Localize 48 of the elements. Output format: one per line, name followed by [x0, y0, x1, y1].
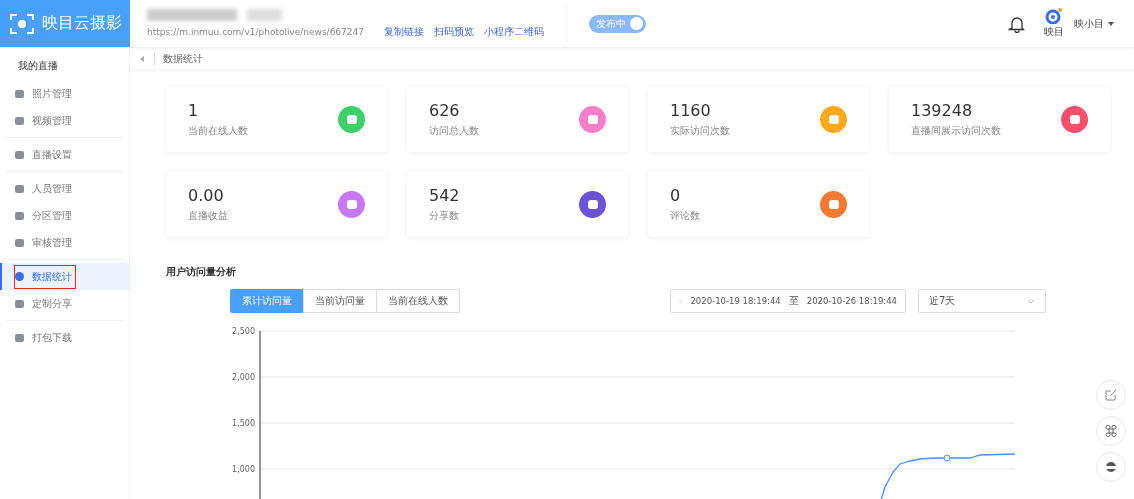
sidebar-item[interactable]: 定制分享 — [0, 290, 129, 317]
stat-value: 626 — [429, 101, 461, 120]
sidebar-item[interactable]: 数据统计 — [0, 263, 129, 290]
header-link[interactable]: 扫码预览 — [434, 24, 474, 39]
y-axis-label: 2,500 — [232, 327, 255, 336]
tab[interactable]: 当前在线人数 — [376, 289, 460, 313]
camera-frame-icon — [10, 12, 34, 35]
stat-value: 1 — [188, 101, 200, 120]
stat-label: 实际访问次数 — [670, 124, 731, 138]
sidebar-item[interactable]: 直播设置 — [0, 141, 129, 168]
section-heading: 用户访问量分析 — [166, 265, 237, 279]
period-select[interactable]: 近7天 — [918, 289, 1046, 313]
chevron-down-icon — [1027, 298, 1035, 304]
header-link[interactable]: 复制链接 — [384, 24, 424, 39]
stat-label: 直播间展示访问次数 — [911, 124, 1002, 138]
stat-value: 139248 — [911, 101, 974, 120]
y-axis-label: 1,000 — [232, 465, 255, 474]
header-link[interactable]: 小程序二维码 — [484, 24, 544, 39]
app-logo-label: 映目 — [1044, 25, 1064, 39]
section-title: 我的直播 — [17, 59, 59, 73]
y-axis-label: 1,500 — [232, 419, 255, 428]
brand-name: 映目云摄影 — [42, 13, 122, 34]
stat-label: 当前在线人数 — [188, 124, 249, 138]
stat-label: 评论数 — [670, 209, 701, 223]
app-logo-icon — [1045, 8, 1063, 24]
stat-value: 0.00 — [188, 186, 225, 205]
sidebar-item[interactable]: 人员管理 — [0, 175, 129, 202]
sidebar-item[interactable]: 分区管理 — [0, 202, 129, 229]
date-range-field[interactable]: 2020-10-19 18:19:44 至 2020-10-26 18:19:44 — [670, 289, 906, 313]
sidebar-item[interactable]: 照片管理 — [0, 80, 129, 107]
caret-icon[interactable] — [1108, 21, 1114, 26]
stat-label: 分享数 — [429, 209, 460, 223]
user-name[interactable]: 映小目 — [1074, 16, 1104, 31]
sidebar-item[interactable]: 视频管理 — [0, 107, 129, 134]
tab[interactable]: 累计访问量 — [230, 289, 304, 313]
tab[interactable]: 当前访问量 — [303, 289, 377, 313]
stat-value: 0 — [670, 186, 682, 205]
stat-value: 1160 — [670, 101, 712, 120]
stat-label: 访问总人数 — [429, 124, 480, 138]
stat-value: 542 — [429, 186, 461, 205]
sidebar-item[interactable]: 审核管理 — [0, 229, 129, 256]
breadcrumb: 数据统计 — [154, 52, 203, 66]
y-axis-label: 2,000 — [232, 373, 255, 382]
page-url: https://m.inmuu.com/v1/photolive/news/667247 — [147, 26, 364, 37]
sidebar-item[interactable]: 打包下载 — [0, 324, 129, 351]
stat-label: 直播收益 — [188, 209, 229, 223]
command-icon[interactable] — [1096, 416, 1126, 446]
bell-icon[interactable] — [1008, 14, 1026, 33]
